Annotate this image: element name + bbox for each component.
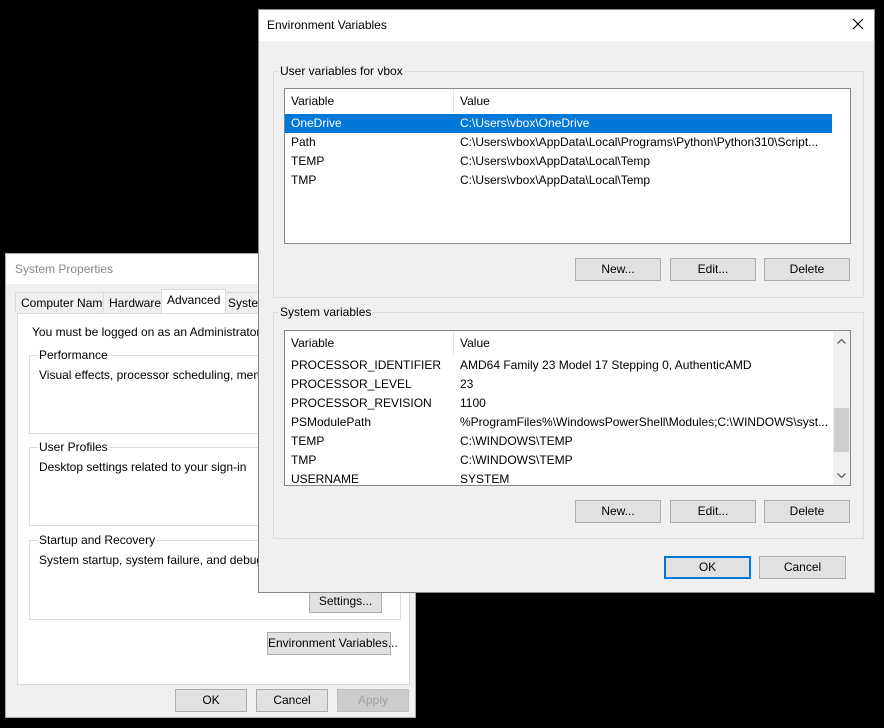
tab-computer-name[interactable]: Computer Name [15, 292, 116, 313]
tab-hardware[interactable]: Hardware [103, 292, 168, 313]
user-delete-button[interactable]: Delete [764, 258, 850, 281]
system-variables-list[interactable]: Variable Value PROCESSOR_IDENTIFIER AMD6… [284, 330, 851, 486]
variable-name: Path [291, 135, 316, 149]
system-edit-button[interactable]: Edit... [670, 500, 756, 523]
user-variable-column-header[interactable]: Variable [285, 89, 454, 113]
user-profiles-title: User Profiles [38, 440, 109, 454]
user-profiles-description: Desktop settings related to your sign-in [39, 460, 247, 474]
variable-value: %ProgramFiles%\WindowsPowerShell\Modules… [460, 415, 829, 429]
user-variables-list[interactable]: Variable Value OneDrive C:\Users\vbox\On… [284, 88, 851, 244]
variable-name: PSModulePath [291, 415, 372, 429]
system-list-header: Variable Value [285, 331, 850, 355]
variable-name: PROCESSOR_LEVEL [291, 377, 412, 391]
list-item[interactable]: TEMP C:\WINDOWS\TEMP [285, 432, 832, 451]
sysprops-cancel-button[interactable]: Cancel [256, 689, 328, 712]
scroll-thumb[interactable] [834, 408, 849, 452]
variable-name: TMP [291, 173, 317, 187]
variable-value: SYSTEM [460, 472, 510, 486]
env-cancel-button[interactable]: Cancel [759, 556, 846, 579]
sysprops-apply-button[interactable]: Apply [337, 689, 409, 712]
scroll-down-arrow-icon[interactable] [833, 467, 850, 484]
list-item[interactable]: Path C:\Users\vbox\AppData\Local\Program… [285, 133, 832, 152]
system-new-button[interactable]: New... [575, 500, 661, 523]
variable-name: TEMP [291, 434, 325, 448]
environment-variables-dialog: Environment Variables User variables for… [258, 9, 875, 593]
env-dialog-title: Environment Variables [259, 10, 874, 41]
performance-description: Visual effects, processor scheduling, me… [39, 368, 291, 382]
variable-value: C:\WINDOWS\TEMP [460, 453, 573, 467]
system-delete-button[interactable]: Delete [764, 500, 850, 523]
variable-name: PROCESSOR_IDENTIFIER [291, 358, 442, 372]
variable-value: 1100 [460, 396, 486, 410]
user-list-header: Variable Value [285, 89, 850, 113]
sysprops-ok-button[interactable]: OK [175, 689, 247, 712]
user-edit-button[interactable]: Edit... [670, 258, 756, 281]
list-item[interactable]: PSModulePath %ProgramFiles%\WindowsPower… [285, 413, 832, 432]
variable-value: C:\Users\vbox\AppData\Local\Temp [460, 173, 651, 187]
variable-value: C:\WINDOWS\TEMP [460, 434, 573, 448]
variable-value: C:\Users\vbox\AppData\Local\Temp [460, 154, 651, 168]
list-item[interactable]: PROCESSOR_LEVEL 23 [285, 375, 832, 394]
user-value-column-header[interactable]: Value [454, 89, 754, 113]
admin-note: You must be logged on as an Administrato… [32, 325, 294, 339]
startup-recovery-description: System startup, system failure, and debu… [39, 553, 292, 567]
list-item[interactable]: PROCESSOR_REVISION 1100 [285, 394, 832, 413]
variable-value: AMD64 Family 23 Model 17 Stepping 0, Aut… [460, 358, 752, 372]
list-item[interactable]: TMP C:\Users\vbox\AppData\Local\Temp [285, 171, 832, 190]
system-variable-column-header[interactable]: Variable [285, 331, 454, 355]
scroll-up-arrow-icon[interactable] [833, 333, 850, 350]
list-item[interactable]: USERNAME SYSTEM [285, 470, 832, 486]
variable-name: TEMP [291, 154, 325, 168]
tab-advanced[interactable]: Advanced [161, 289, 227, 313]
system-value-column-header[interactable]: Value [454, 331, 754, 355]
list-item[interactable]: OneDrive C:\Users\vbox\OneDrive [285, 114, 832, 133]
variable-name: PROCESSOR_REVISION [291, 396, 432, 410]
performance-title: Performance [38, 348, 109, 362]
user-variables-label: User variables for vbox [278, 64, 405, 78]
variable-name: USERNAME [291, 472, 360, 486]
user-new-button[interactable]: New... [575, 258, 661, 281]
list-item[interactable]: PROCESSOR_IDENTIFIER AMD64 Family 23 Mod… [285, 356, 832, 375]
startup-recovery-title: Startup and Recovery [38, 533, 157, 547]
list-item[interactable]: TEMP C:\Users\vbox\AppData\Local\Temp [285, 152, 832, 171]
variable-value: C:\Users\vbox\OneDrive [460, 116, 590, 130]
variable-value: 23 [460, 377, 474, 391]
close-icon[interactable] [850, 16, 866, 32]
environment-variables-button[interactable]: Environment Variables... [267, 632, 398, 655]
variable-name: OneDrive [291, 116, 342, 130]
env-ok-button[interactable]: OK [664, 556, 751, 579]
variable-name: TMP [291, 453, 317, 467]
list-item[interactable]: TMP C:\WINDOWS\TEMP [285, 451, 832, 470]
system-variables-label: System variables [278, 305, 374, 319]
system-list-scrollbar[interactable] [833, 331, 850, 485]
startup-settings-button[interactable]: Settings... [309, 590, 382, 613]
variable-value: C:\Users\vbox\AppData\Local\Programs\Pyt… [460, 135, 819, 149]
